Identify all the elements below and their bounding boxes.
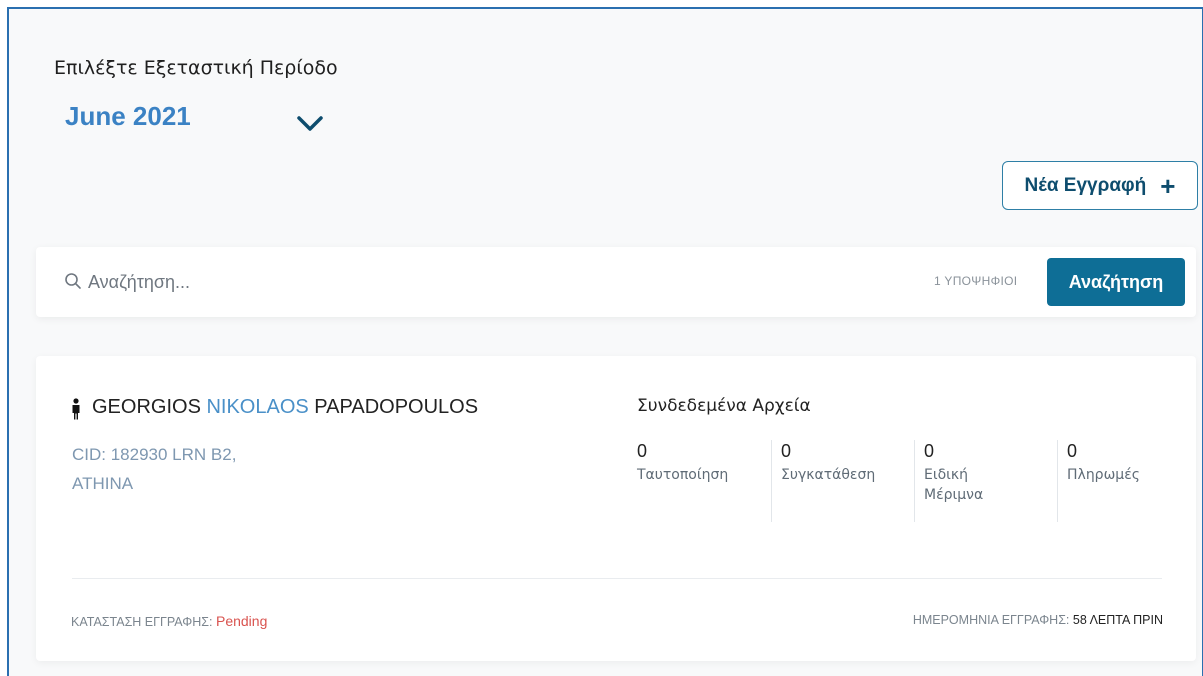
chevron-down-icon[interactable] — [295, 112, 325, 134]
status-badge: Pending — [215, 613, 268, 629]
stat-count: 0 — [637, 441, 648, 461]
person-icon — [72, 398, 80, 420]
candidate-city: ATHINA — [72, 474, 134, 493]
registration-status: ΚΑΤΑΣΤΑΣΗ ΕΓΓΡΑΦΗΣ: Pending — [71, 613, 267, 629]
last-name: PAPADOPOULOS — [314, 396, 479, 418]
search-bar: 1 ΥΠΟΨΗΦΙΟΙ Αναζήτηση — [36, 247, 1196, 317]
middle-name: NIKOLAOS — [206, 396, 309, 418]
candidate-cid: CID: 182930 LRN B2, — [72, 445, 237, 464]
stat-payments[interactable]: 0 Πληρωμές — [1057, 440, 1200, 522]
stat-count: 0 — [781, 441, 792, 461]
date-label: ΗΜΕΡΟΜΗΝΙΑ ΕΓΓΡΑΦΗΣ: — [912, 613, 1070, 627]
new-registration-button[interactable]: Νέα Εγγραφή + — [1002, 161, 1198, 210]
new-registration-label: Νέα Εγγραφή — [1024, 174, 1147, 196]
candidates-count: 1 ΥΠΟΨΗΦΙΟΙ — [934, 274, 1018, 288]
stat-label: Συγκατάθεση — [781, 467, 876, 483]
candidate-details: CID: 182930 LRN B2, ATHINA — [72, 440, 236, 498]
stat-label: Ειδική Μέριμνα — [924, 467, 984, 503]
search-button[interactable]: Αναζήτηση — [1047, 258, 1185, 306]
period-selected[interactable]: June 2021 — [65, 101, 191, 132]
stat-identification[interactable]: 0 Ταυτοποίηση — [628, 440, 771, 522]
plus-icon: + — [1160, 170, 1176, 201]
candidate-name[interactable]: GEORGIOS NIKOLAOS PAPADOPOULOS — [92, 396, 478, 419]
search-icon — [65, 273, 81, 289]
linked-files-title: Συνδεδεμένα Αρχεία — [637, 396, 811, 416]
stat-label: Ταυτοποίηση — [637, 467, 729, 483]
date-value: 58 ΛΕΠΤΑ ΠΡΙΝ — [1072, 613, 1163, 627]
search-input[interactable] — [88, 267, 588, 297]
stat-special-care[interactable]: 0 Ειδική Μέριμνα — [914, 440, 1057, 522]
stat-consent[interactable]: 0 Συγκατάθεση — [771, 440, 914, 522]
stat-count: 0 — [924, 441, 935, 461]
stat-label: Πληρωμές — [1067, 467, 1140, 483]
first-name: GEORGIOS — [92, 396, 201, 418]
status-label: ΚΑΤΑΣΤΑΣΗ ΕΓΓΡΑΦΗΣ: — [71, 615, 213, 629]
card-divider — [72, 578, 1162, 579]
linked-files-stats: 0 Ταυτοποίηση 0 Συγκατάθεση 0 Ειδική Μέρ… — [628, 440, 1200, 522]
period-label: Επιλέξτε Εξεταστική Περίοδο — [54, 57, 338, 79]
stat-count: 0 — [1067, 441, 1078, 461]
app-frame: Επιλέξτε Εξεταστική Περίοδο June 2021 Νέ… — [7, 7, 1203, 676]
candidate-card[interactable]: GEORGIOS NIKOLAOS PAPADOPOULOS CID: 1829… — [36, 356, 1196, 661]
registration-date: ΗΜΕΡΟΜΗΝΙΑ ΕΓΓΡΑΦΗΣ: 58 ΛΕΠΤΑ ΠΡΙΝ — [913, 613, 1163, 627]
